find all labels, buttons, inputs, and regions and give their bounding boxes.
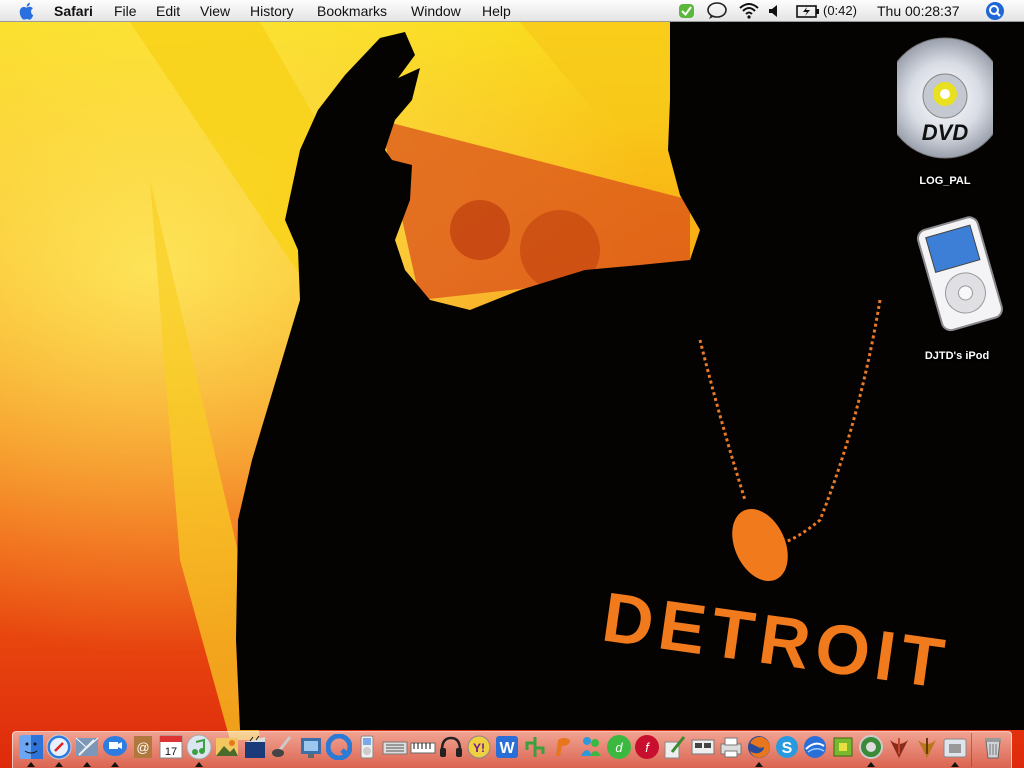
mail-icon[interactable] [74,734,100,760]
quicktime-icon[interactable] [326,734,352,760]
flash-icon[interactable]: f [634,734,660,760]
finder-running-indicator [27,762,35,767]
menu-view[interactable]: View [200,3,230,19]
desktop-icon-dvd[interactable]: DVD LOG_PAL [895,36,995,188]
dreamweaver-icon[interactable]: d [606,734,632,760]
messenger-icon[interactable] [578,734,604,760]
skype-icon[interactable]: S [774,734,800,760]
svg-text:@: @ [136,740,149,755]
quake2-icon[interactable] [914,734,940,760]
headphones-icon[interactable] [438,734,464,760]
ichat-running-indicator [111,762,119,767]
address-book-icon[interactable]: @ [130,734,156,760]
folder-running-indicator [951,762,959,767]
mail-running-indicator [83,762,91,767]
dvd-disc-icon: DVD [897,37,993,159]
menu-bookmarks[interactable]: Bookmarks [317,3,387,19]
apple-menu-icon[interactable] [17,2,37,20]
word-icon[interactable]: W [494,734,520,760]
menubar-clock[interactable]: Thu 00:28:37 [877,3,960,19]
quake-icon[interactable] [886,734,912,760]
network-icon[interactable] [690,734,716,760]
svg-text:DVD: DVD [922,120,969,145]
settings-running-indicator [867,762,875,767]
volume-icon[interactable] [766,1,782,21]
firefox-running-indicator [755,762,763,767]
firefox-icon[interactable] [746,734,772,760]
ipod-icon [916,216,1003,332]
garageband-icon[interactable] [270,734,296,760]
battery-time: (0:42) [823,3,857,18]
globe-icon[interactable] [802,734,828,760]
safari-running-indicator [55,762,63,767]
menu-help[interactable]: Help [482,3,511,19]
itunes-icon[interactable] [186,734,212,760]
menu-window[interactable]: Window [411,3,461,19]
menu-history[interactable]: History [250,3,294,19]
ichat-icon[interactable] [102,734,128,760]
folder-icon[interactable] [942,734,968,760]
keyboard2-icon[interactable] [410,734,436,760]
ipod-updater-icon[interactable] [354,734,380,760]
svg-text:S: S [782,740,793,757]
battery-icon[interactable] [796,1,820,21]
printer-icon[interactable] [718,734,744,760]
desktop-icon-label-ipod: DJTD's iPod [924,350,990,362]
finder-icon[interactable] [18,734,44,760]
tree-icon[interactable] [522,734,548,760]
ical-icon[interactable]: 17 [158,734,184,760]
trash-icon[interactable] [980,734,1006,760]
imovie-icon[interactable] [242,734,268,760]
iphoto-icon[interactable] [214,734,240,760]
desktop-wallpaper: DETROIT [0,0,1024,768]
svg-text:Y!: Y! [473,741,485,755]
spotlight-search-icon[interactable] [985,1,1005,21]
menu-edit[interactable]: Edit [156,3,180,19]
status-check-icon[interactable] [678,1,696,21]
wifi-icon[interactable] [738,1,760,21]
itunes-running-indicator [195,762,203,767]
ichat-status-icon[interactable] [706,1,728,21]
dock-separator [971,733,972,767]
svg-text:W: W [499,740,515,757]
settings-icon[interactable] [858,734,884,760]
svg-text:d: d [615,740,623,755]
paint-icon[interactable] [550,734,576,760]
keyboard-icon[interactable] [382,734,408,760]
chip-icon[interactable] [830,734,856,760]
svg-text:17: 17 [165,746,177,758]
preview-icon[interactable] [298,734,324,760]
menu-file[interactable]: File [114,3,137,19]
desktop-icon-label-dvd: LOG_PAL [919,175,971,187]
safari-icon[interactable] [46,734,72,760]
desktop-icon-ipod[interactable]: DJTD's iPod [905,212,1009,364]
app-menu-safari[interactable]: Safari [54,3,93,19]
pen-tool-icon[interactable] [662,734,688,760]
yahoo-widget-icon[interactable]: Y! [466,734,492,760]
menu-bar: Safari File Edit View History Bookmarks … [0,0,1024,22]
